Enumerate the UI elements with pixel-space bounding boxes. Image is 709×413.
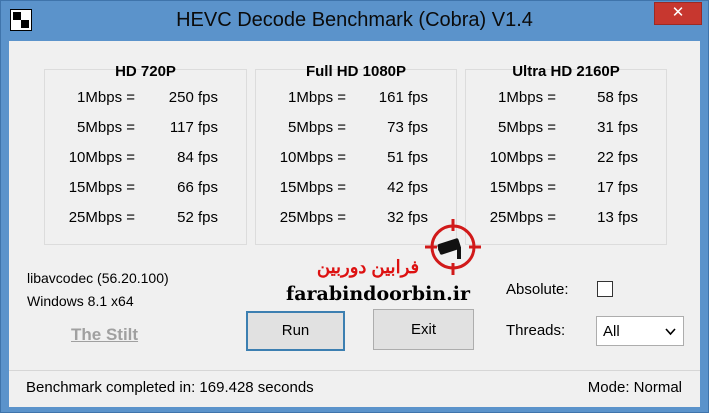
bitrate-label: 10Mbps = xyxy=(489,149,556,166)
watermark-text-fa: فرابین دوربین xyxy=(316,257,420,277)
bitrate-label: 10Mbps = xyxy=(68,149,135,166)
author-link[interactable]: The Stilt xyxy=(71,325,138,345)
fps-value: 52 fps xyxy=(177,209,218,226)
result-row: 5Mbps = 31 fps xyxy=(466,119,666,137)
result-row: 10Mbps = 84 fps xyxy=(45,149,246,167)
bitrate-label: 15Mbps = xyxy=(489,179,556,196)
fps-value: 17 fps xyxy=(597,179,638,196)
bitrate-label: 1Mbps = xyxy=(288,89,346,106)
fps-value: 31 fps xyxy=(597,119,638,136)
status-bar: Benchmark completed in: 169.428 seconds … xyxy=(9,370,700,407)
fps-value: 51 fps xyxy=(387,149,428,166)
run-button[interactable]: Run xyxy=(246,311,345,351)
title-bar[interactable]: HEVC Decode Benchmark (Cobra) V1.4 ✕ xyxy=(1,1,708,41)
app-window: HEVC Decode Benchmark (Cobra) V1.4 ✕ HD … xyxy=(0,0,709,413)
bitrate-label: 10Mbps = xyxy=(279,149,346,166)
group-title: Full HD 1080P xyxy=(305,63,407,80)
absolute-label: Absolute: xyxy=(506,281,569,298)
bitrate-label: 1Mbps = xyxy=(498,89,556,106)
threads-value: All xyxy=(603,323,620,340)
bitrate-label: 15Mbps = xyxy=(279,179,346,196)
result-row: 5Mbps = 73 fps xyxy=(256,119,456,137)
client-area: HD 720P 1Mbps = 250 fps 5Mbps = 117 fps 10Mbp… xyxy=(9,41,700,407)
exit-button[interactable]: Exit xyxy=(373,309,474,350)
close-button[interactable]: ✕ xyxy=(654,2,702,25)
result-row: 15Mbps = 66 fps xyxy=(45,179,246,197)
group-title: Ultra HD 2160P xyxy=(512,63,620,80)
result-row: 1Mbps = 58 fps xyxy=(466,89,666,107)
fps-value: 117 fps xyxy=(169,119,218,136)
fps-value: 250 fps xyxy=(168,89,218,106)
fps-value: 66 fps xyxy=(177,179,218,196)
status-mode: Mode: Normal xyxy=(587,379,682,396)
fps-value: 22 fps xyxy=(597,149,638,166)
result-row: 15Mbps = 17 fps xyxy=(466,179,666,197)
result-group: HD 720P 1Mbps = 250 fps 5Mbps = 117 fps 10Mbp… xyxy=(44,63,247,245)
fps-value: 73 fps xyxy=(387,119,428,136)
group-title: HD 720P xyxy=(115,63,176,80)
window-title: HEVC Decode Benchmark (Cobra) V1.4 xyxy=(176,9,533,31)
bitrate-label: 15Mbps = xyxy=(68,179,135,196)
chevron-down-icon xyxy=(665,328,676,336)
threads-select[interactable]: All xyxy=(596,316,684,346)
bitrate-label: 5Mbps = xyxy=(498,119,556,136)
watermark-text-en: farabindoorbin.ir xyxy=(286,283,470,305)
result-row: 1Mbps = 250 fps xyxy=(45,89,246,107)
result-row: 1Mbps = 161 fps xyxy=(256,89,456,107)
fps-value: 42 fps xyxy=(387,179,428,196)
fps-value: 58 fps xyxy=(597,89,638,106)
result-row: 25Mbps = 52 fps xyxy=(45,209,246,227)
absolute-checkbox[interactable] xyxy=(597,281,613,297)
watermark-logo: فرابین دوربین farabindoorbin.ir xyxy=(273,211,503,306)
libavcodec-version: libavcodec (56.20.100) xyxy=(27,270,169,286)
threads-label: Threads: xyxy=(506,322,566,339)
result-row: 10Mbps = 22 fps xyxy=(466,149,666,167)
close-icon: ✕ xyxy=(671,4,685,21)
result-row: 15Mbps = 42 fps xyxy=(256,179,456,197)
fps-value: 84 fps xyxy=(177,149,218,166)
status-benchmark-time: Benchmark completed in: 169.428 seconds xyxy=(26,379,314,396)
os-version: Windows 8.1 x64 xyxy=(27,293,134,309)
fps-value: 161 fps xyxy=(378,89,428,106)
result-row: 10Mbps = 51 fps xyxy=(256,149,456,167)
bitrate-label: 5Mbps = xyxy=(77,119,135,136)
fps-value: 13 fps xyxy=(597,209,638,226)
bitrate-label: 1Mbps = xyxy=(77,89,135,106)
bitrate-label: 25Mbps = xyxy=(68,209,135,226)
bitrate-label: 5Mbps = xyxy=(288,119,346,136)
result-row: 5Mbps = 117 fps xyxy=(45,119,246,137)
